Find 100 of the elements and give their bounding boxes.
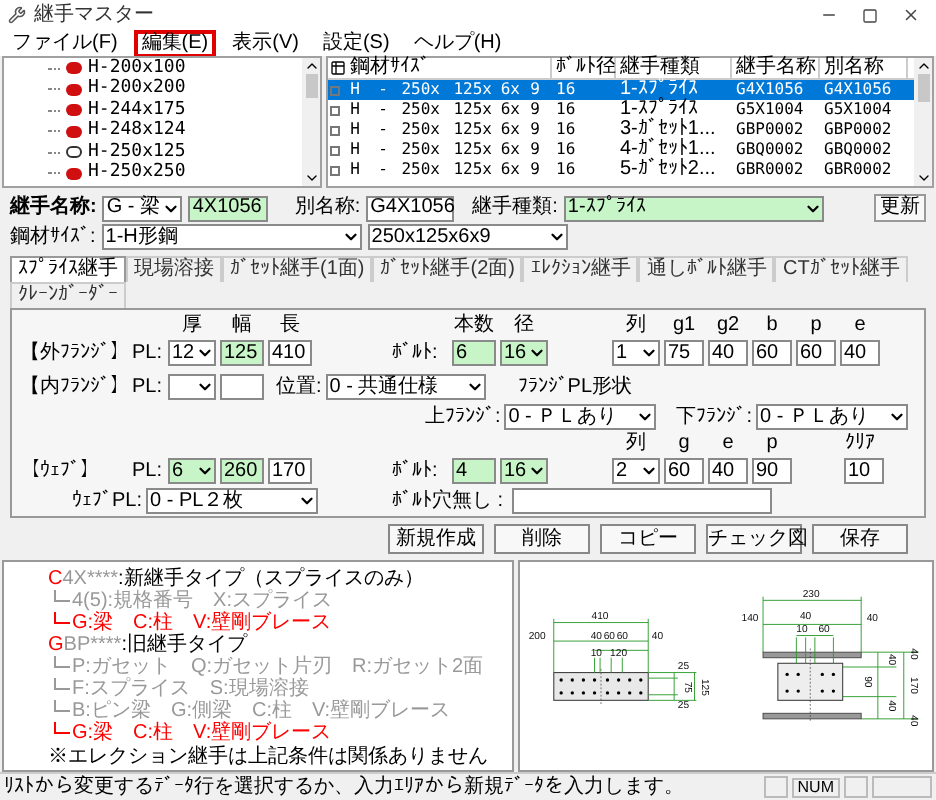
dropdown[interactable]: 6 [168, 458, 216, 484]
table-cell-text: GBP0002 [734, 122, 806, 138]
action-button[interactable]: 保存 [812, 524, 908, 554]
table-cell-text: 250x [399, 82, 440, 98]
scroll-up-icon[interactable] [303, 58, 319, 74]
input-field[interactable]: 410 [268, 340, 312, 366]
legend-text: F:スプライス S:現場溶接 [72, 679, 309, 699]
column-header[interactable]: 継手名称 [732, 58, 820, 78]
column-header[interactable]: 別名称 [820, 58, 908, 78]
close-icon[interactable] [902, 6, 920, 24]
action-button[interactable]: 削除 [494, 524, 590, 554]
wrench-icon [8, 6, 26, 24]
tab[interactable]: CTｶﾞｾｯﾄ継手 [774, 256, 908, 282]
dropdown[interactable]: 0 - 共通仕様 [325, 374, 486, 400]
table-cell-text: GBR0002 [822, 162, 894, 178]
input-field[interactable]: 40 [840, 340, 880, 366]
dropdown[interactable]: 1-ｽﾌﾟﾗｲｽ [563, 195, 824, 221]
input-field[interactable]: 6 [452, 340, 496, 366]
caret-icon [636, 408, 655, 426]
input-field[interactable]: 60 [752, 340, 792, 366]
dropdown[interactable]: 0 - PL２枚 [146, 488, 319, 514]
input-field[interactable]: 60 [796, 340, 836, 366]
dropdown[interactable]: 1-H形鋼 [101, 224, 362, 250]
scrollbar[interactable] [302, 58, 320, 186]
table-cell-text: H [348, 142, 360, 158]
table-row[interactable]: H - 250x 125x 6x 9 16 3-ｶﾞｾｯﾄ1... GBP0002 GBP0002 [328, 120, 914, 140]
input-field[interactable]: G4X1056 [366, 195, 455, 221]
table-cell-text: 6x [498, 142, 520, 158]
table-cell-text: GBQ0002 [822, 142, 894, 158]
action-button[interactable]: コピー [600, 524, 696, 554]
tree-item[interactable]: H-200x200 [48, 79, 302, 100]
dropdown[interactable]: 1 [612, 340, 660, 366]
input-field[interactable]: 40 [708, 458, 748, 484]
dropdown[interactable]: 0 - ＰＬあり [756, 404, 908, 430]
menu-item[interactable]: ヘルプ(H) [405, 29, 510, 57]
scrollbar[interactable] [914, 58, 932, 186]
input-field[interactable]: 170 [268, 458, 312, 484]
dropdown[interactable]: 0 - ＰＬあり [504, 404, 657, 430]
menu-item[interactable]: 設定(S) [314, 29, 398, 57]
tab[interactable]: 現場溶接 [126, 256, 222, 282]
tab[interactable]: ｶﾞｾｯﾄ継手(2面) [372, 256, 523, 282]
code-pattern: 4X**** [62, 569, 119, 589]
column-header[interactable]: 継手種類 [616, 58, 732, 78]
input-field[interactable]: 125 [220, 340, 264, 366]
tab[interactable]: ｴﾚｸｼｮﾝ継手 [522, 256, 639, 282]
maximize-icon[interactable] [862, 7, 878, 23]
column-header[interactable]: ﾎﾞﾙﾄ径 [552, 58, 616, 78]
menu-item[interactable]: ファイル(F) [4, 29, 126, 57]
scroll-thumb[interactable] [917, 74, 929, 102]
dropdown[interactable]: 12 [168, 340, 216, 366]
input-field[interactable]: 75 [664, 340, 704, 366]
update-button[interactable]: 更新 [874, 194, 926, 222]
status-panel [872, 776, 932, 798]
tab[interactable]: ｽﾌﾟﾗｲｽ継手 [10, 256, 126, 282]
tab[interactable]: 通しﾎﾞﾙﾄ継手 [638, 256, 775, 282]
dropdown[interactable] [168, 374, 216, 400]
tab[interactable]: ｸﾚｰﾝｶﾞｰﾀﾞｰ [10, 282, 126, 308]
row-label: 【外ﾌﾗﾝｼﾞ】 [20, 343, 132, 363]
input-field[interactable]: 260 [220, 458, 264, 484]
column-header[interactable]: 鋼材ｻｲｽﾞ [328, 58, 552, 78]
input-field[interactable]: 10 [844, 458, 884, 484]
caret-icon [465, 378, 484, 396]
input-field[interactable]: 90 [752, 458, 792, 484]
tree-item[interactable]: H-244x175 [48, 100, 302, 121]
input-field[interactable]: 60 [664, 458, 704, 484]
menu-item[interactable]: 表示(V) [224, 29, 307, 57]
action-button[interactable]: チェック図 [706, 524, 802, 554]
input-field[interactable]: 40 [708, 340, 748, 366]
tree-item[interactable]: H-250x250 [48, 163, 302, 184]
scroll-thumb[interactable] [305, 74, 317, 98]
node-icon [66, 83, 82, 96]
input-field[interactable]: 4 [452, 458, 496, 484]
table-cell-text: 250x [399, 162, 440, 178]
dropdown[interactable]: 16 [500, 458, 548, 484]
scroll-down-icon[interactable] [303, 170, 319, 186]
scroll-up-icon[interactable] [915, 58, 931, 74]
tab[interactable]: ｶﾞｾｯﾄ継手(1面) [222, 256, 373, 282]
table-row[interactable]: H - 250x 125x 6x 9 16 4-ｶﾞｾｯﾄ1... GBQ0002 GBQ0002 [328, 140, 914, 160]
caret-icon [640, 462, 658, 480]
tree-item[interactable]: H-248x124 [48, 121, 302, 142]
dropdown[interactable]: 2 [612, 458, 660, 484]
column-heading: 幅 [230, 316, 254, 336]
table-cell-text: G5X1004 [734, 102, 806, 118]
scroll-down-icon[interactable] [915, 170, 931, 186]
node-icon [66, 167, 82, 180]
tree-item[interactable]: H-200x100 [48, 58, 302, 79]
table-cell-text: - [376, 162, 388, 178]
column-heading: e [720, 434, 736, 454]
input-field[interactable] [220, 374, 264, 400]
input-field[interactable]: 4X1056 [188, 195, 269, 221]
action-button[interactable]: 新規作成 [388, 524, 484, 554]
table-row[interactable]: H - 250x 125x 6x 9 16 1-ｽﾌﾟﾗｲｽ G5X1004 G5X1004 [328, 100, 914, 120]
tree-item[interactable]: H-250x125 [48, 142, 302, 163]
table-cell-text: G5X1004 [822, 102, 894, 118]
input-field[interactable] [511, 488, 772, 514]
table-row[interactable]: H - 250x 125x 6x 9 16 5-ｶﾞｾｯﾄ2... GBR0002 GBR0002 [328, 160, 914, 180]
dropdown[interactable]: 250x125x6x9 [367, 224, 568, 250]
dropdown[interactable]: G - 梁 [102, 195, 183, 221]
dropdown[interactable]: 16 [500, 340, 548, 366]
legend-text: :新継手タイプ（スプライスのみ） [118, 569, 424, 589]
